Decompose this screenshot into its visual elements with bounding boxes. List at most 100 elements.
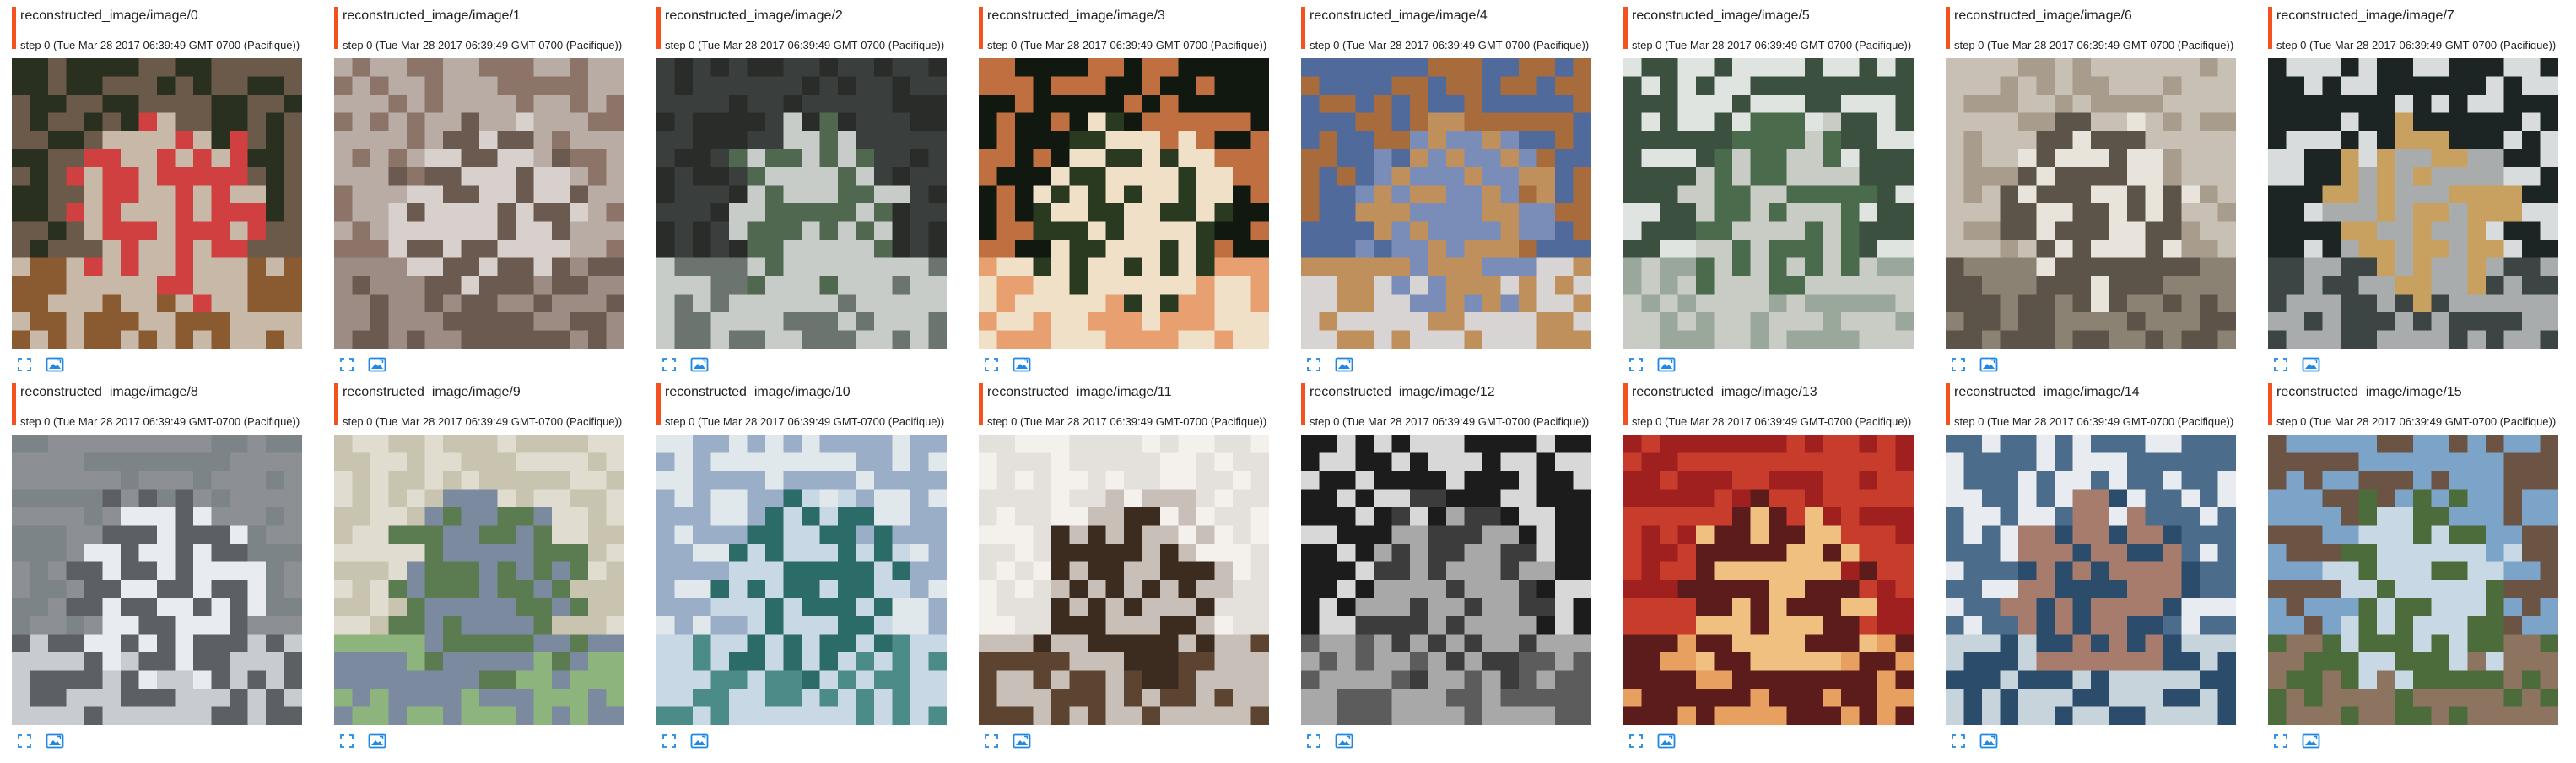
card-step: step 0 (Tue Mar 28 2017 06:39:49 GMT-070…	[665, 39, 945, 51]
actual-size-button[interactable]	[1657, 355, 1676, 374]
fullscreen-button[interactable]	[15, 732, 34, 750]
card-step: step 0 (Tue Mar 28 2017 06:39:49 GMT-070…	[987, 415, 1267, 428]
card-controls	[660, 354, 709, 375]
card-controls	[1949, 731, 1998, 751]
card-controls	[2271, 354, 2320, 375]
image-icon	[1979, 733, 1998, 749]
card-step: step 0 (Tue Mar 28 2017 06:39:49 GMT-070…	[665, 415, 945, 428]
actual-size-button[interactable]	[1979, 355, 1998, 374]
image-grid: reconstructed_image/image/0 step 0 (Tue …	[12, 5, 2576, 758]
fullscreen-button[interactable]	[1627, 355, 1645, 374]
actual-size-button[interactable]	[1335, 355, 1353, 374]
card-step: step 0 (Tue Mar 28 2017 06:39:49 GMT-070…	[987, 39, 1267, 51]
fullscreen-icon	[18, 358, 31, 371]
fullscreen-button[interactable]	[2271, 732, 2290, 750]
fullscreen-button[interactable]	[1949, 732, 1968, 750]
image-card-8: reconstructed_image/image/8 step 0 (Tue …	[12, 382, 334, 758]
fullscreen-icon	[662, 734, 676, 748]
card-title: reconstructed_image/image/14	[1954, 385, 2140, 399]
image-icon	[1657, 357, 1676, 372]
card-header: reconstructed_image/image/13 step 0 (Tue…	[1623, 382, 1946, 428]
fullscreen-icon	[985, 358, 998, 371]
image-icon	[2302, 733, 2320, 749]
fullscreen-icon	[1629, 734, 1643, 748]
reconstructed-image	[1301, 435, 1591, 725]
actual-size-button[interactable]	[1013, 732, 1031, 750]
card-title: reconstructed_image/image/10	[665, 385, 851, 399]
image-pixels	[656, 58, 947, 349]
fullscreen-button[interactable]	[982, 732, 1001, 750]
card-step: step 0 (Tue Mar 28 2017 06:39:49 GMT-070…	[343, 415, 623, 428]
image-card-7: reconstructed_image/image/7 step 0 (Tue …	[2268, 5, 2576, 382]
image-icon	[46, 733, 64, 749]
image-icon	[46, 357, 64, 372]
image-pixels	[1623, 435, 1914, 725]
actual-size-button[interactable]	[368, 355, 386, 374]
image-pixels	[12, 58, 302, 349]
card-step: step 0 (Tue Mar 28 2017 06:39:49 GMT-070…	[2276, 415, 2557, 428]
fullscreen-button[interactable]	[338, 732, 356, 750]
actual-size-button[interactable]	[1979, 732, 1998, 750]
card-step: step 0 (Tue Mar 28 2017 06:39:49 GMT-070…	[1954, 415, 2234, 428]
card-controls	[338, 731, 386, 751]
image-card-3: reconstructed_image/image/3 step 0 (Tue …	[979, 5, 1301, 382]
actual-size-button[interactable]	[690, 355, 709, 374]
image-pixels	[1946, 58, 2236, 349]
actual-size-button[interactable]	[1335, 732, 1353, 750]
card-controls	[2271, 731, 2320, 751]
image-icon	[2302, 357, 2320, 372]
actual-size-button[interactable]	[1013, 355, 1031, 374]
actual-size-button[interactable]	[368, 732, 386, 750]
reconstructed-image	[656, 435, 947, 725]
image-icon	[690, 733, 709, 749]
image-card-11: reconstructed_image/image/11 step 0 (Tue…	[979, 382, 1301, 758]
fullscreen-button[interactable]	[660, 732, 678, 750]
fullscreen-button[interactable]	[1304, 355, 1323, 374]
reconstructed-image	[2268, 58, 2558, 349]
card-controls	[660, 731, 709, 751]
reconstructed-image	[656, 58, 947, 349]
fullscreen-button[interactable]	[2271, 355, 2290, 374]
card-title: reconstructed_image/image/13	[1632, 385, 1817, 399]
fullscreen-button[interactable]	[1949, 355, 1968, 374]
image-pixels	[334, 435, 624, 725]
image-pixels	[656, 435, 947, 725]
card-header: reconstructed_image/image/15 step 0 (Tue…	[2268, 382, 2576, 428]
fullscreen-icon	[1307, 358, 1320, 371]
card-title: reconstructed_image/image/3	[987, 8, 1165, 23]
fullscreen-button[interactable]	[1627, 732, 1645, 750]
fullscreen-button[interactable]	[338, 355, 356, 374]
image-pixels	[2268, 58, 2558, 349]
fullscreen-icon	[1629, 358, 1643, 371]
card-controls	[1304, 354, 1353, 375]
image-pixels	[334, 58, 624, 349]
actual-size-button[interactable]	[46, 732, 64, 750]
card-header: reconstructed_image/image/9 step 0 (Tue …	[334, 382, 656, 428]
actual-size-button[interactable]	[690, 732, 709, 750]
card-header: reconstructed_image/image/3 step 0 (Tue …	[979, 5, 1301, 51]
reconstructed-image	[334, 58, 624, 349]
fullscreen-button[interactable]	[660, 355, 678, 374]
image-pixels	[1946, 435, 2236, 725]
image-card-12: reconstructed_image/image/12 step 0 (Tue…	[1301, 382, 1623, 758]
fullscreen-button[interactable]	[982, 355, 1001, 374]
card-controls	[15, 354, 64, 375]
fullscreen-button[interactable]	[1304, 732, 1323, 750]
image-pixels	[979, 435, 1269, 725]
card-header: reconstructed_image/image/5 step 0 (Tue …	[1623, 5, 1946, 51]
fullscreen-button[interactable]	[15, 355, 34, 374]
card-header: reconstructed_image/image/14 step 0 (Tue…	[1946, 382, 2268, 428]
image-card-10: reconstructed_image/image/10 step 0 (Tue…	[656, 382, 979, 758]
image-card-0: reconstructed_image/image/0 step 0 (Tue …	[12, 5, 334, 382]
actual-size-button[interactable]	[1657, 732, 1676, 750]
actual-size-button[interactable]	[2302, 732, 2320, 750]
reconstructed-image	[979, 435, 1269, 725]
card-title: reconstructed_image/image/15	[2276, 385, 2462, 399]
fullscreen-icon	[662, 358, 676, 371]
card-controls	[15, 731, 64, 751]
image-icon	[690, 357, 709, 372]
card-header: reconstructed_image/image/11 step 0 (Tue…	[979, 382, 1301, 428]
actual-size-button[interactable]	[46, 355, 64, 374]
actual-size-button[interactable]	[2302, 355, 2320, 374]
card-header: reconstructed_image/image/1 step 0 (Tue …	[334, 5, 656, 51]
